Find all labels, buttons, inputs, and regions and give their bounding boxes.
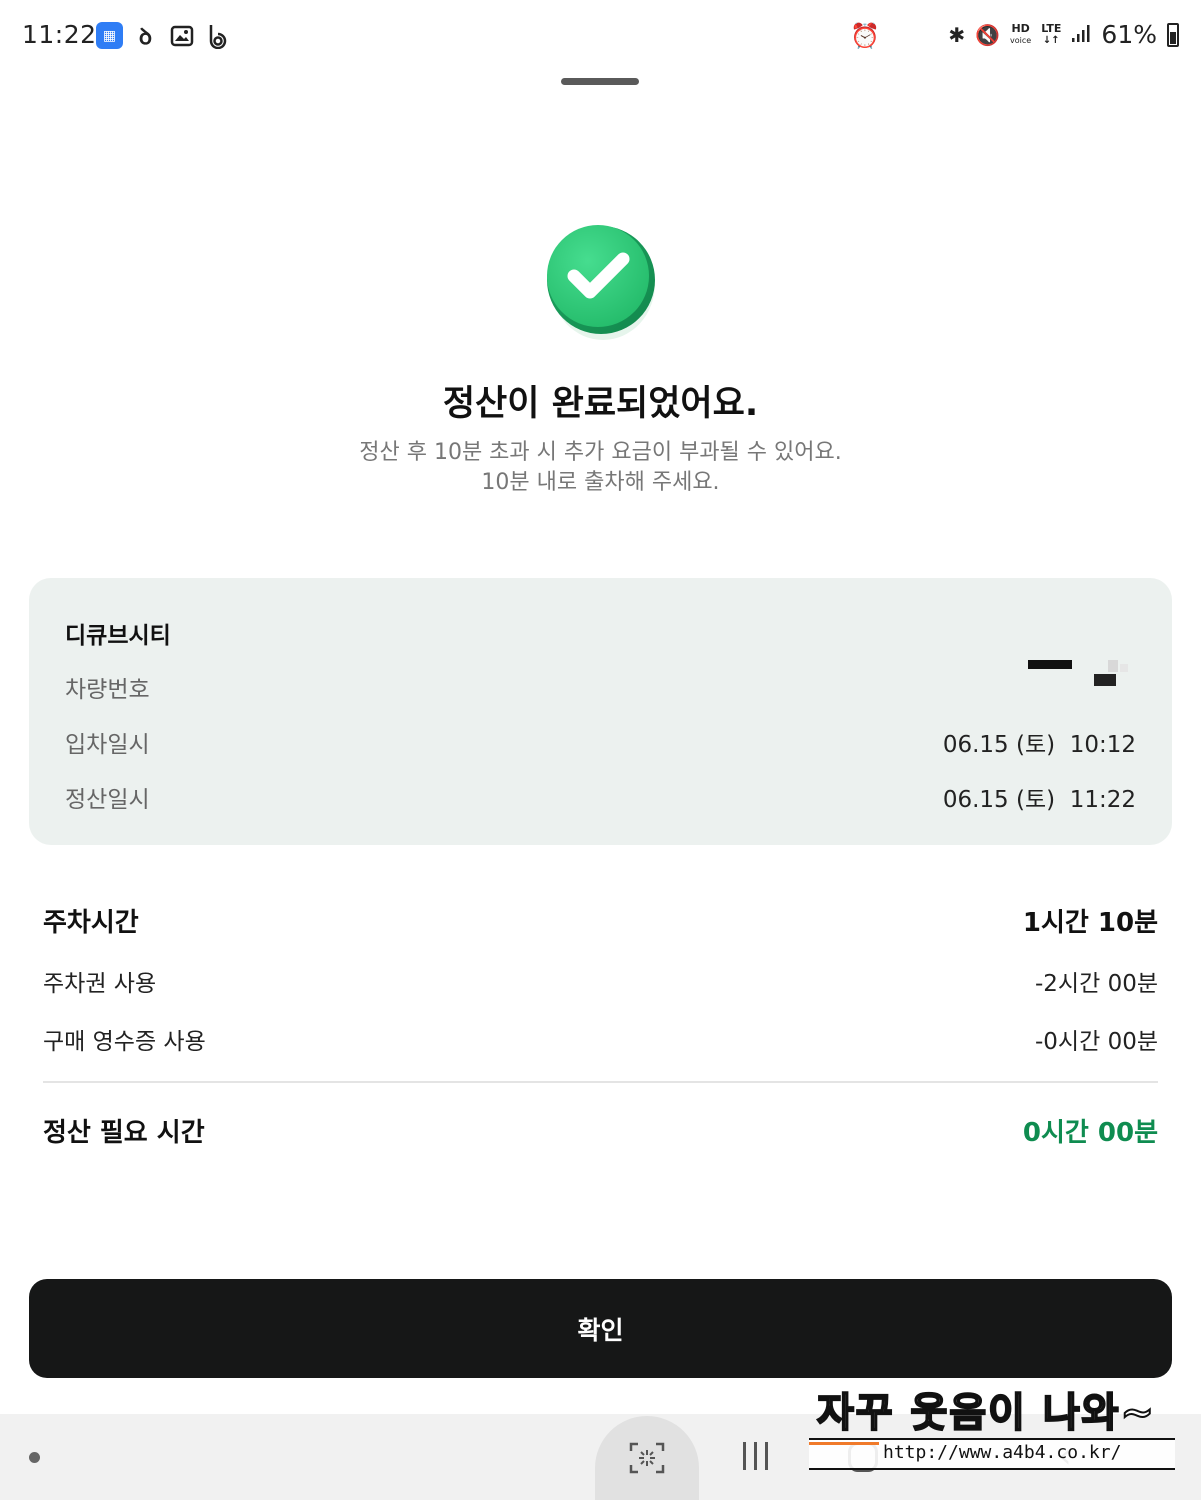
parking-time-value: 1시간 10분 xyxy=(1022,908,1158,938)
status-bar: 11:22 ▦ ꝺ ⏰ ✱ 🔇 HD voice LTE ↓↑ 61% xyxy=(0,0,1201,72)
info-value: 06.15 (토) 11:22 xyxy=(942,787,1136,813)
result-subtitle-line2: 10분 내로 출차해 주세요. xyxy=(481,470,720,495)
notification-dot-icon: ꝺ xyxy=(138,24,153,50)
bluetooth-icon: ✱ xyxy=(948,22,966,47)
result-subtitle-line1: 정산 후 10분 초과 시 추가 요금이 부과될 수 있어요. xyxy=(359,440,842,465)
place-name: 디큐브시티 xyxy=(65,623,171,649)
parking-info-card: 디큐브시티 차량번호 입차일시 06.15 (토) 10:12 정산일시 06.… xyxy=(29,578,1172,845)
alarm-icon: ⏰ xyxy=(850,22,880,50)
summary-divider xyxy=(43,1081,1158,1083)
info-row-vehicle-number: 차량번호 xyxy=(65,660,1136,703)
recents-icon[interactable] xyxy=(740,1442,770,1472)
mute-icon: 🔇 xyxy=(975,22,1001,47)
status-time: 11:22 xyxy=(22,20,97,49)
info-label: 입차일시 xyxy=(65,732,150,758)
screen-capture-icon[interactable] xyxy=(595,1416,699,1500)
b-app-icon xyxy=(204,22,231,49)
info-row-payment-time: 정산일시 06.15 (토) 11:22 xyxy=(65,780,1136,813)
info-row-entry-time: 입차일시 06.15 (토) 10:12 xyxy=(65,725,1136,758)
result-title: 정산이 완료되었어요. xyxy=(442,384,759,424)
battery-percent: 61% xyxy=(1101,20,1157,49)
required-time-row: 정산 필요 시간 0시간 00분 xyxy=(43,1112,1158,1152)
news-app-icon: ▦ xyxy=(96,22,123,49)
parking-time-label: 주차시간 xyxy=(43,908,139,938)
info-label: 정산일시 xyxy=(65,787,150,813)
ticket-usage-label: 주차권 사용 xyxy=(43,971,157,997)
info-label: 차량번호 xyxy=(65,677,150,703)
receipt-usage-label: 구매 영수증 사용 xyxy=(43,1029,206,1055)
back-icon[interactable]: ‹ xyxy=(1058,1436,1072,1476)
sheet-drag-handle[interactable] xyxy=(561,78,639,85)
required-time-value: 0시간 00분 xyxy=(1022,1118,1158,1148)
receipt-usage-row: 구매 영수증 사용 -0시간 00분 xyxy=(43,1022,1158,1062)
navigation-bar: ‹ xyxy=(0,1414,1201,1500)
home-icon[interactable] xyxy=(848,1442,878,1472)
nav-dot-icon[interactable] xyxy=(29,1452,40,1463)
ticket-usage-row: 주차권 사용 -2시간 00분 xyxy=(43,964,1158,1004)
ticket-usage-value: -2시간 00분 xyxy=(1035,971,1158,997)
signal-icon xyxy=(1071,23,1091,47)
system-icons: ✱ 🔇 HD voice LTE ↓↑ 61% xyxy=(948,20,1179,49)
gallery-icon xyxy=(168,22,195,49)
battery-icon xyxy=(1167,22,1179,47)
required-time-label: 정산 필요 시간 xyxy=(43,1118,205,1148)
receipt-usage-value: -0시간 00분 xyxy=(1035,1029,1158,1055)
check-circle-icon xyxy=(543,218,657,342)
notification-icons: ▦ ꝺ xyxy=(96,22,231,50)
vehicle-number-redacted xyxy=(1016,658,1136,692)
parking-time-row: 주차시간 1시간 10분 xyxy=(43,902,1158,942)
confirm-button[interactable]: 확인 xyxy=(29,1279,1172,1378)
info-value: 06.15 (토) 10:12 xyxy=(942,732,1136,758)
lte-icon: LTE ↓↑ xyxy=(1041,22,1062,46)
hd-voice-icon: HD voice xyxy=(1010,22,1032,45)
